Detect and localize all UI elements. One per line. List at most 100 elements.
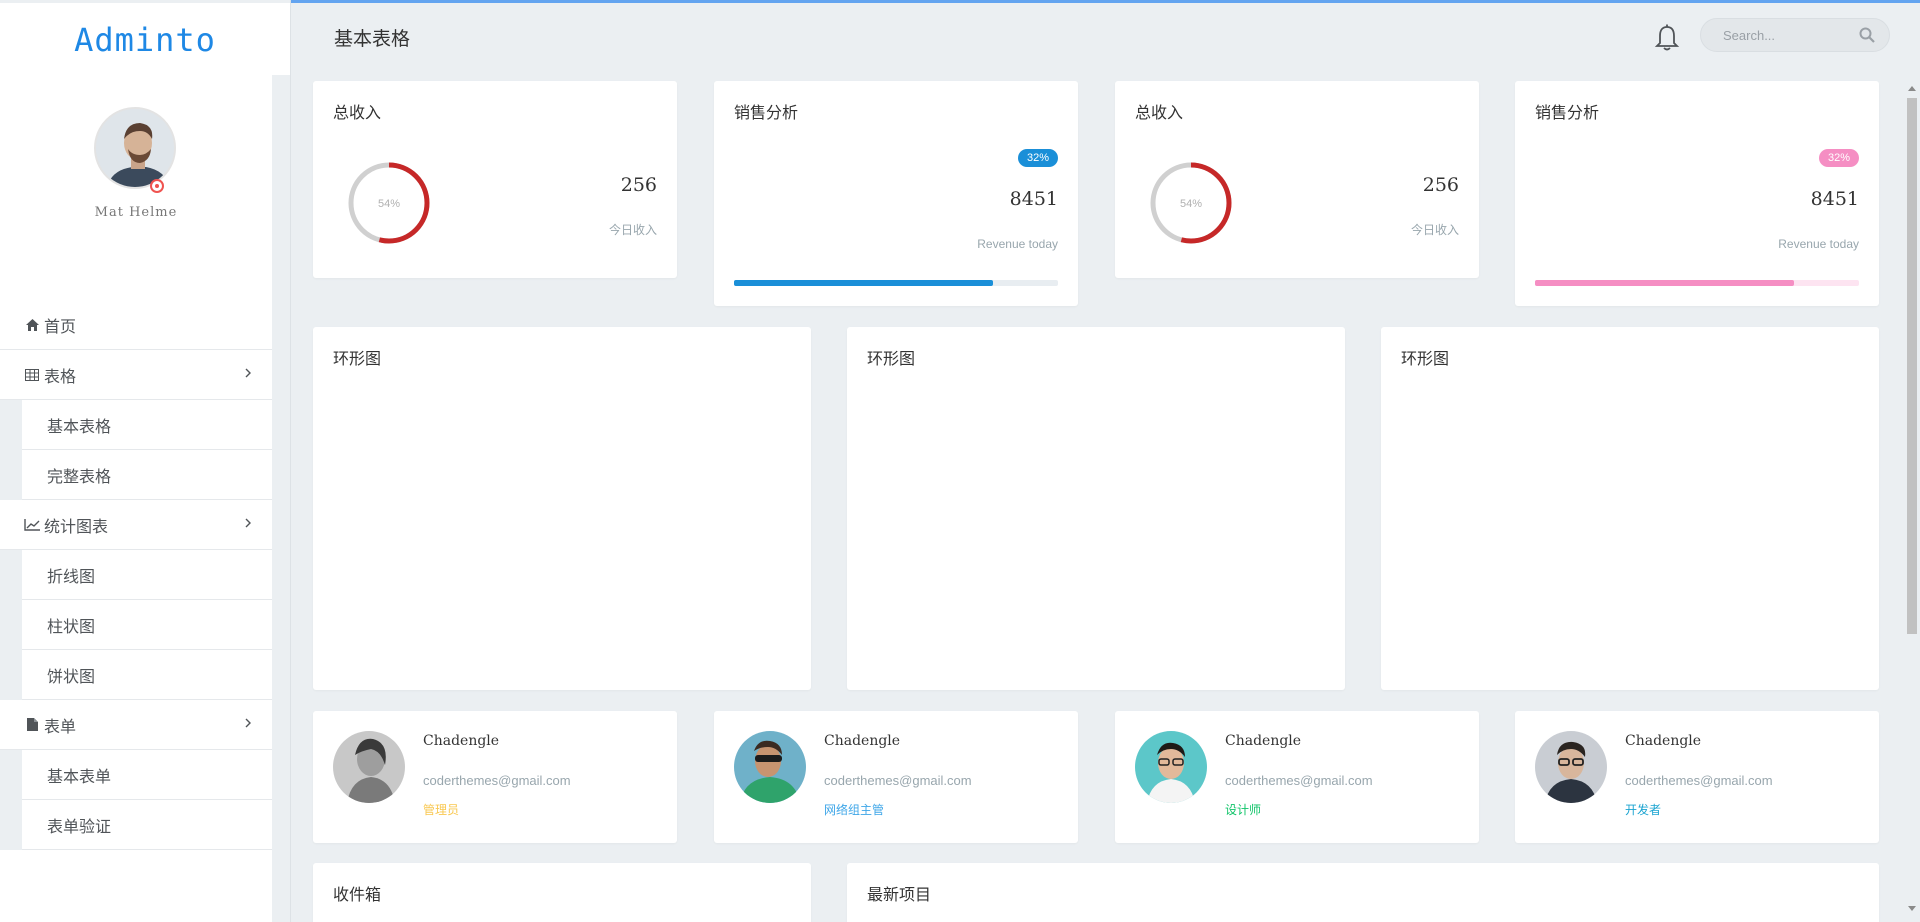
user-email: coderthemes@gmail.com xyxy=(1625,773,1773,788)
file-icon xyxy=(24,718,40,732)
avatar[interactable] xyxy=(333,731,405,803)
user-email: coderthemes@gmail.com xyxy=(423,773,571,788)
chart-card-1: 环形图 xyxy=(313,327,811,690)
sidebar-item-label: 饼状图 xyxy=(47,666,96,686)
stat-label: 今日收入 xyxy=(1410,223,1459,237)
card-title: 环形图 xyxy=(333,349,382,368)
card-title: 总收入 xyxy=(333,103,382,122)
avatar[interactable] xyxy=(94,107,176,189)
sidebar-item-label: 表格 xyxy=(44,366,77,386)
submenu-tables: 基本表格 完整表格 xyxy=(0,400,272,500)
sidebar-item-basic-form[interactable]: 基本表单 xyxy=(22,750,272,800)
user-email: coderthemes@gmail.com xyxy=(824,773,972,788)
stat-value: 8451 xyxy=(1810,188,1859,210)
scrollbar-thumb[interactable] xyxy=(1907,98,1917,634)
sidebar-item-basic-table[interactable]: 基本表格 xyxy=(22,400,272,450)
status-badge: 32% xyxy=(1017,149,1058,167)
stat-card-income-2: 总收入 54% 256 今日收入 xyxy=(1115,81,1479,278)
card-title: 销售分析 xyxy=(1535,103,1600,122)
user-name[interactable]: Mat Helme xyxy=(0,205,272,220)
user-name: Chadengle xyxy=(1225,733,1302,749)
scroll-down-arrow-icon[interactable] xyxy=(1908,906,1916,911)
card-title: 环形图 xyxy=(867,349,916,368)
stat-label: 今日收入 xyxy=(608,223,657,237)
table-icon xyxy=(24,368,40,382)
user-card-1: Chadengle coderthemes@gmail.com 管理员 xyxy=(313,711,677,843)
page-title: 基本表格 xyxy=(334,28,411,50)
user-avatar-image xyxy=(96,109,174,187)
sidebar-item-bar-chart[interactable]: 柱状图 xyxy=(22,600,272,650)
avatar[interactable] xyxy=(1135,731,1207,803)
stat-card-sales-1: 销售分析 32% 8451 Revenue today xyxy=(714,81,1078,306)
avatar[interactable] xyxy=(1535,731,1607,803)
progress-bar-fill xyxy=(1535,280,1795,286)
sidebar-item-form-validation[interactable]: 表单验证 xyxy=(22,800,272,850)
stat-card-income-1: 总收入 54% 256 今日收入 xyxy=(313,81,677,278)
line-chart-icon xyxy=(24,518,40,532)
card-title: 最新项目 xyxy=(867,885,932,904)
stat-card-sales-2: 销售分析 32% 8451 Revenue today xyxy=(1515,81,1879,306)
status-indicator xyxy=(150,179,164,193)
chevron-right-icon xyxy=(245,718,251,728)
sidebar: Adminto Mat Helme 首页 表格 基本表格 完整表格 统计图表 折… xyxy=(0,0,291,922)
card-title: 环形图 xyxy=(1401,349,1450,368)
chart-card-3: 环形图 xyxy=(1381,327,1879,690)
sidebar-item-pie-chart[interactable]: 饼状图 xyxy=(22,650,272,700)
user-card-2: Chadengle coderthemes@gmail.com 网络组主管 xyxy=(714,711,1078,843)
sidebar-item-line-chart[interactable]: 折线图 xyxy=(22,550,272,600)
search-box[interactable] xyxy=(1700,18,1890,52)
donut-label: 54% xyxy=(378,198,400,210)
card-title: 销售分析 xyxy=(734,103,799,122)
stat-value: 256 xyxy=(1422,174,1459,196)
search-input[interactable] xyxy=(1721,27,1855,44)
sidebar-item-label: 基本表格 xyxy=(47,416,112,436)
income-donut: 54% xyxy=(348,162,430,244)
sidebar-item-tables[interactable]: 表格 xyxy=(0,350,272,400)
stat-value: 8451 xyxy=(1009,188,1058,210)
sidebar-item-home[interactable]: 首页 xyxy=(0,300,272,350)
projects-card: 最新项目 xyxy=(847,863,1879,922)
progress-bar xyxy=(734,280,1058,286)
card-title: 收件箱 xyxy=(333,885,382,904)
card-title: 总收入 xyxy=(1135,103,1184,122)
sidebar-item-label: 统计图表 xyxy=(44,516,109,536)
sidebar-item-label: 表单 xyxy=(44,716,77,736)
status-badge: 32% xyxy=(1818,149,1859,167)
income-donut: 54% xyxy=(1150,162,1232,244)
stat-label: Revenue today xyxy=(977,237,1058,251)
user-card-3: Chadengle coderthemes@gmail.com 设计师 xyxy=(1115,711,1479,843)
home-icon xyxy=(24,318,40,332)
sidebar-item-full-table[interactable]: 完整表格 xyxy=(22,450,272,500)
sidebar-item-label: 完整表格 xyxy=(47,466,112,486)
chevron-right-icon xyxy=(245,368,251,378)
avatar[interactable] xyxy=(734,731,806,803)
progress-bar-fill xyxy=(734,280,994,286)
donut-label: 54% xyxy=(1180,198,1202,210)
progress-bar xyxy=(1535,280,1859,286)
sidebar-item-label: 表单验证 xyxy=(47,816,112,836)
user-name: Chadengle xyxy=(824,733,901,749)
user-role: 网络组主管 xyxy=(824,803,885,817)
scroll-up-arrow-icon[interactable] xyxy=(1908,86,1916,91)
submenu-forms: 基本表单 表单验证 xyxy=(0,750,272,850)
chevron-right-icon xyxy=(245,518,251,528)
stat-label: Revenue today xyxy=(1778,237,1859,251)
sidebar-item-charts[interactable]: 统计图表 xyxy=(0,500,272,550)
submenu-charts: 折线图 柱状图 饼状图 xyxy=(0,550,272,700)
chart-card-2: 环形图 xyxy=(847,327,1345,690)
sidebar-item-label: 首页 xyxy=(44,316,77,336)
sidebar-item-forms[interactable]: 表单 xyxy=(0,700,272,750)
inbox-card: 收件箱 xyxy=(313,863,811,922)
logo-area: Adminto xyxy=(0,3,290,75)
user-role: 设计师 xyxy=(1225,803,1262,817)
user-name: Chadengle xyxy=(423,733,500,749)
user-role: 管理员 xyxy=(423,803,460,817)
main-scrollbar[interactable] xyxy=(1904,80,1920,922)
notification-bell-icon[interactable] xyxy=(1654,24,1680,56)
search-icon[interactable] xyxy=(1859,27,1875,43)
user-card-4: Chadengle coderthemes@gmail.com 开发者 xyxy=(1515,711,1879,843)
app-logo[interactable]: Adminto xyxy=(74,21,216,59)
sidebar-item-label: 折线图 xyxy=(47,566,96,586)
user-avatar-wrap[interactable] xyxy=(94,107,178,193)
user-email: coderthemes@gmail.com xyxy=(1225,773,1373,788)
